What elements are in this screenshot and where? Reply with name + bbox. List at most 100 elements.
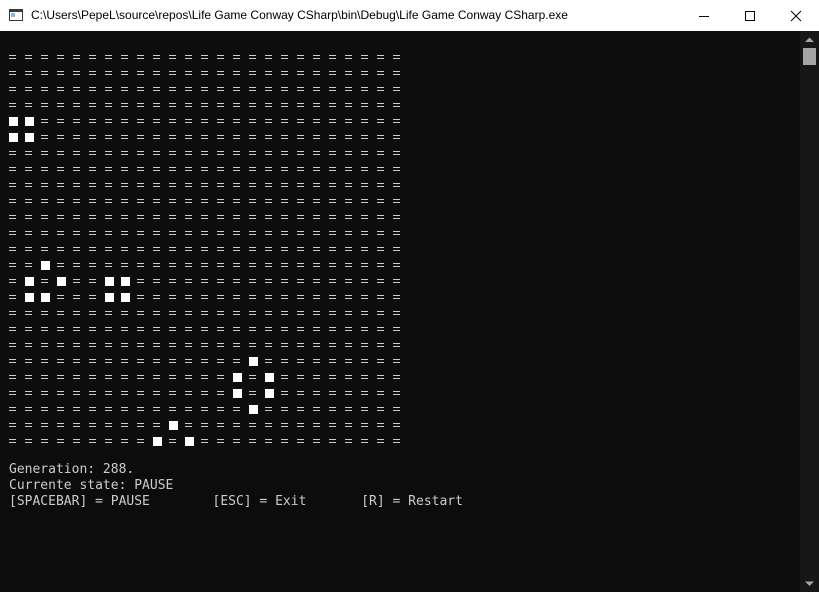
dead-cell <box>121 69 129 77</box>
dead-cell <box>377 389 385 397</box>
dead-cell <box>393 229 401 237</box>
dead-cell <box>297 293 305 301</box>
dead-cell <box>217 373 225 381</box>
close-button[interactable] <box>773 0 819 31</box>
dead-cell <box>121 245 129 253</box>
dead-cell <box>361 405 369 413</box>
dead-cell <box>89 181 97 189</box>
alive-cell <box>249 405 258 414</box>
dead-cell <box>89 53 97 61</box>
dead-cell <box>329 373 337 381</box>
dead-cell <box>9 261 17 269</box>
dead-cell <box>73 197 81 205</box>
dead-cell <box>329 245 337 253</box>
dead-cell <box>201 229 209 237</box>
console-output[interactable]: Generation: 288. Currente state: PAUSE [… <box>0 31 800 592</box>
dead-cell <box>153 389 161 397</box>
dead-cell <box>249 325 257 333</box>
dead-cell <box>281 421 289 429</box>
dead-cell <box>313 341 321 349</box>
alive-cell <box>265 389 274 398</box>
dead-cell <box>233 261 241 269</box>
dead-cell <box>377 69 385 77</box>
dead-cell <box>121 309 129 317</box>
dead-cell <box>89 117 97 125</box>
alive-cell <box>265 373 274 382</box>
dead-cell <box>329 133 337 141</box>
dead-cell <box>73 181 81 189</box>
dead-cell <box>345 421 353 429</box>
dead-cell <box>105 101 113 109</box>
dead-cell <box>329 69 337 77</box>
dead-cell <box>153 421 161 429</box>
scroll-up-button[interactable] <box>800 31 819 48</box>
dead-cell <box>9 213 17 221</box>
dead-cell <box>345 325 353 333</box>
dead-cell <box>25 373 33 381</box>
dead-cell <box>57 389 65 397</box>
dead-cell <box>105 405 113 413</box>
maximize-button[interactable] <box>727 0 773 31</box>
dead-cell <box>201 277 209 285</box>
dead-cell <box>361 293 369 301</box>
dead-cell <box>169 85 177 93</box>
dead-cell <box>345 181 353 189</box>
dead-cell <box>361 197 369 205</box>
scroll-down-button[interactable] <box>800 575 819 592</box>
dead-cell <box>329 229 337 237</box>
dead-cell <box>377 181 385 189</box>
dead-cell <box>217 165 225 173</box>
vertical-scrollbar[interactable] <box>800 31 819 592</box>
dead-cell <box>233 421 241 429</box>
dead-cell <box>345 101 353 109</box>
dead-cell <box>281 341 289 349</box>
dead-cell <box>345 293 353 301</box>
dead-cell <box>169 293 177 301</box>
dead-cell <box>249 133 257 141</box>
dead-cell <box>89 69 97 77</box>
dead-cell <box>9 293 17 301</box>
dead-cell <box>217 325 225 333</box>
dead-cell <box>9 85 17 93</box>
dead-cell <box>377 101 385 109</box>
dead-cell <box>89 149 97 157</box>
dead-cell <box>153 293 161 301</box>
dead-cell <box>329 437 337 445</box>
title-bar[interactable]: C:\Users\PepeL\source\repos\Life Game Co… <box>0 0 819 31</box>
dead-cell <box>297 133 305 141</box>
dead-cell <box>345 229 353 237</box>
dead-cell <box>121 357 129 365</box>
dead-cell <box>121 341 129 349</box>
dead-cell <box>41 213 49 221</box>
dead-cell <box>377 261 385 269</box>
dead-cell <box>249 117 257 125</box>
dead-cell <box>265 149 273 157</box>
dead-cell <box>265 229 273 237</box>
dead-cell <box>89 341 97 349</box>
dead-cell <box>185 229 193 237</box>
dead-cell <box>73 277 81 285</box>
dead-cell <box>313 117 321 125</box>
dead-cell <box>9 357 17 365</box>
dead-cell <box>393 437 401 445</box>
dead-cell <box>233 245 241 253</box>
dead-cell <box>393 341 401 349</box>
dead-cell <box>297 213 305 221</box>
dead-cell <box>57 293 65 301</box>
dead-cell <box>137 421 145 429</box>
dead-cell <box>137 277 145 285</box>
dead-cell <box>121 405 129 413</box>
dead-cell <box>201 357 209 365</box>
dead-cell <box>121 197 129 205</box>
dead-cell <box>377 405 385 413</box>
dead-cell <box>265 261 273 269</box>
dead-cell <box>297 341 305 349</box>
dead-cell <box>217 277 225 285</box>
dead-cell <box>153 133 161 141</box>
dead-cell <box>89 245 97 253</box>
dead-cell <box>89 165 97 173</box>
scroll-thumb[interactable] <box>803 48 816 65</box>
minimize-button[interactable] <box>681 0 727 31</box>
dead-cell <box>201 165 209 173</box>
dead-cell <box>249 197 257 205</box>
